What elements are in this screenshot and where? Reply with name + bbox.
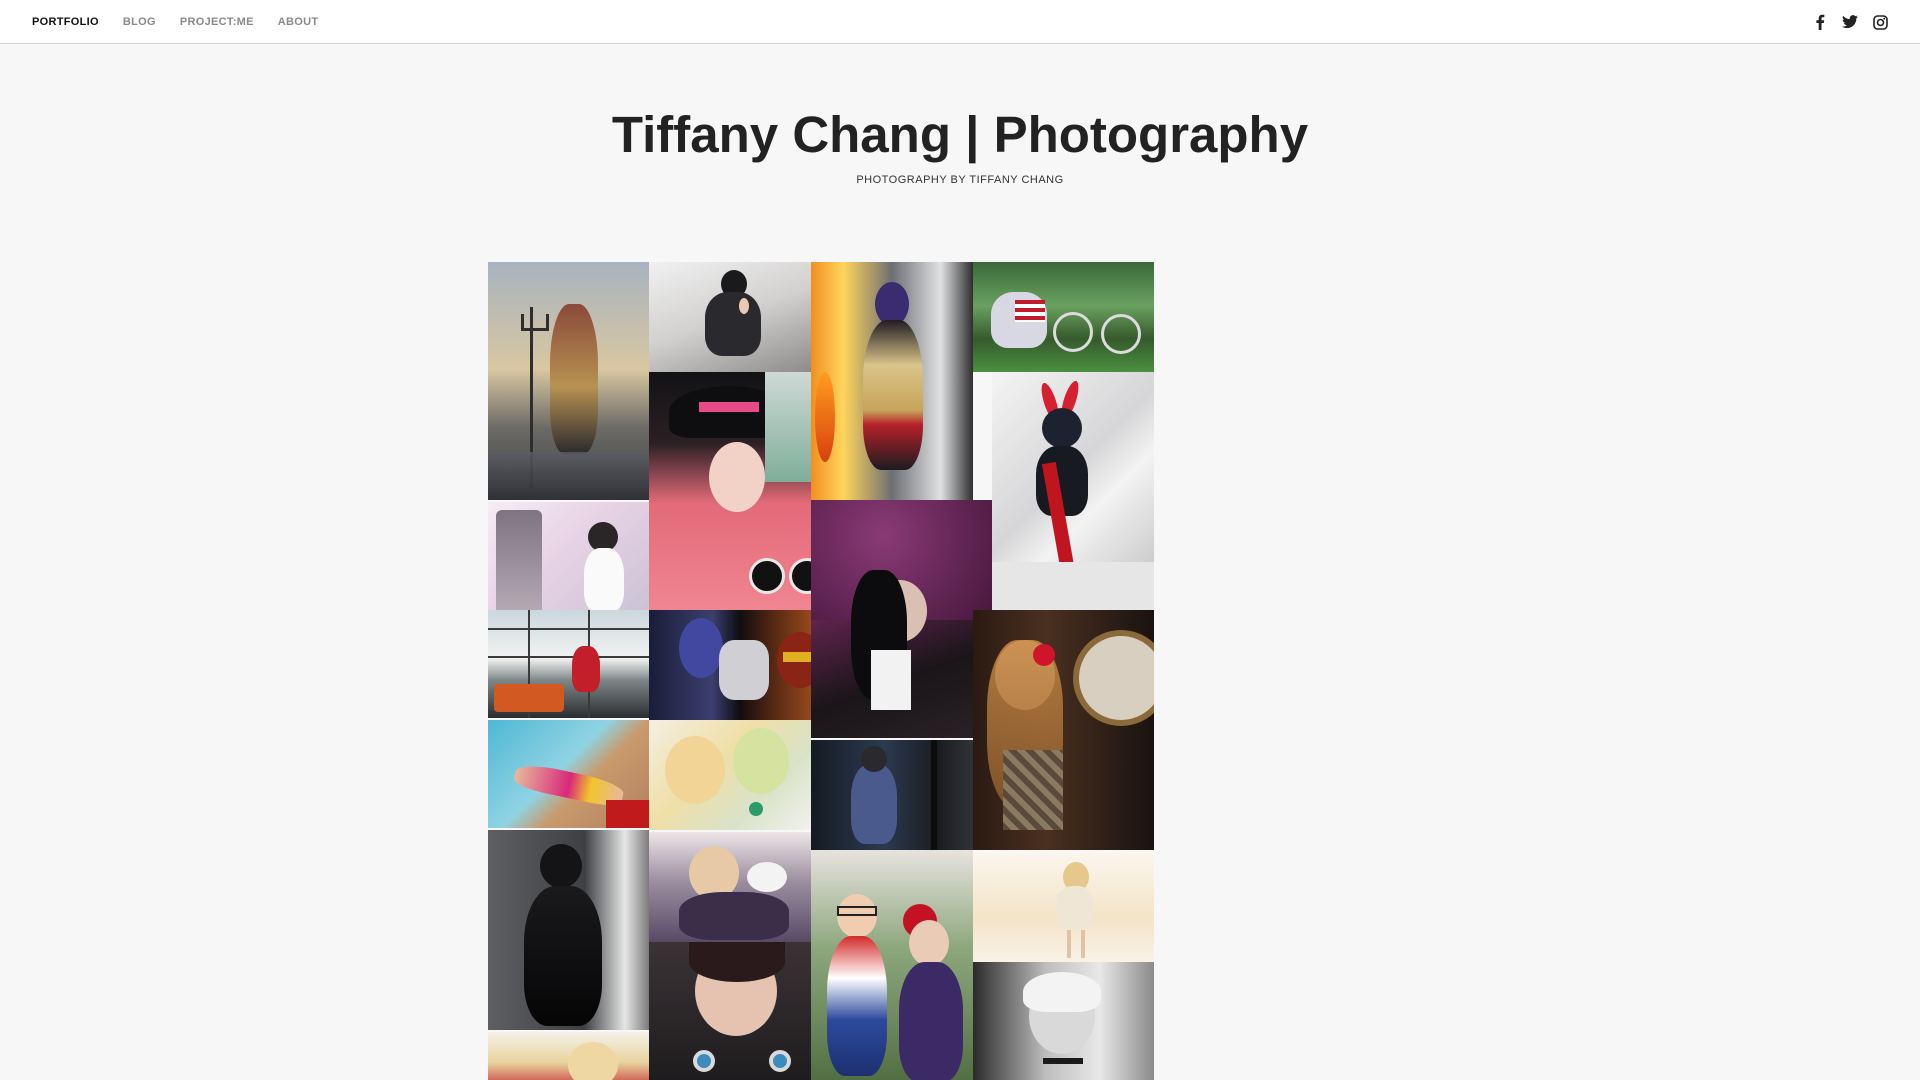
nav-item-project-me[interactable]: PROJECT:ME [180,16,254,28]
nav-item-blog[interactable]: BLOG [123,16,156,28]
gallery-photo[interactable] [649,610,830,720]
gallery-photo[interactable] [649,832,811,942]
twitter-icon[interactable] [1842,14,1858,30]
gallery-photo[interactable] [488,262,649,500]
site-tagline: PHOTOGRAPHY BY TIFFANY CHANG [856,174,1064,186]
site-header: Tiffany Chang | Photography PHOTOGRAPHY … [0,104,1920,186]
instagram-icon[interactable] [1872,14,1888,30]
nav-item-about[interactable]: ABOUT [278,16,319,28]
gallery-photo[interactable] [811,850,973,1080]
gallery-photo[interactable] [488,720,649,828]
nav-item-portfolio[interactable]: PORTFOLIO [32,16,99,28]
gallery-photo[interactable] [973,610,1154,850]
gallery-photo[interactable] [649,720,811,830]
photo-gallery [488,262,1154,1080]
gallery-photo[interactable] [992,372,1154,610]
main-nav: PORTFOLIO BLOG PROJECT:ME ABOUT [32,0,318,44]
gallery-photo[interactable] [811,740,992,850]
facebook-icon[interactable] [1812,14,1828,30]
gallery-photo[interactable] [488,1032,668,1080]
social-links [1812,0,1888,44]
site-title[interactable]: Tiffany Chang | Photography [0,104,1920,166]
gallery-photo[interactable] [649,942,830,1080]
gallery-photo[interactable] [488,830,649,1030]
gallery-photo[interactable] [488,502,668,612]
gallery-photo[interactable] [649,262,811,372]
gallery-photo[interactable] [973,962,1154,1080]
gallery-photo[interactable] [811,262,973,500]
gallery-photo[interactable] [973,262,1154,372]
top-navigation-bar: PORTFOLIO BLOG PROJECT:ME ABOUT [0,0,1920,44]
gallery-photo[interactable] [973,852,1154,962]
gallery-photo[interactable] [811,500,992,738]
gallery-photo[interactable] [649,372,830,610]
gallery-photo[interactable] [488,610,649,718]
